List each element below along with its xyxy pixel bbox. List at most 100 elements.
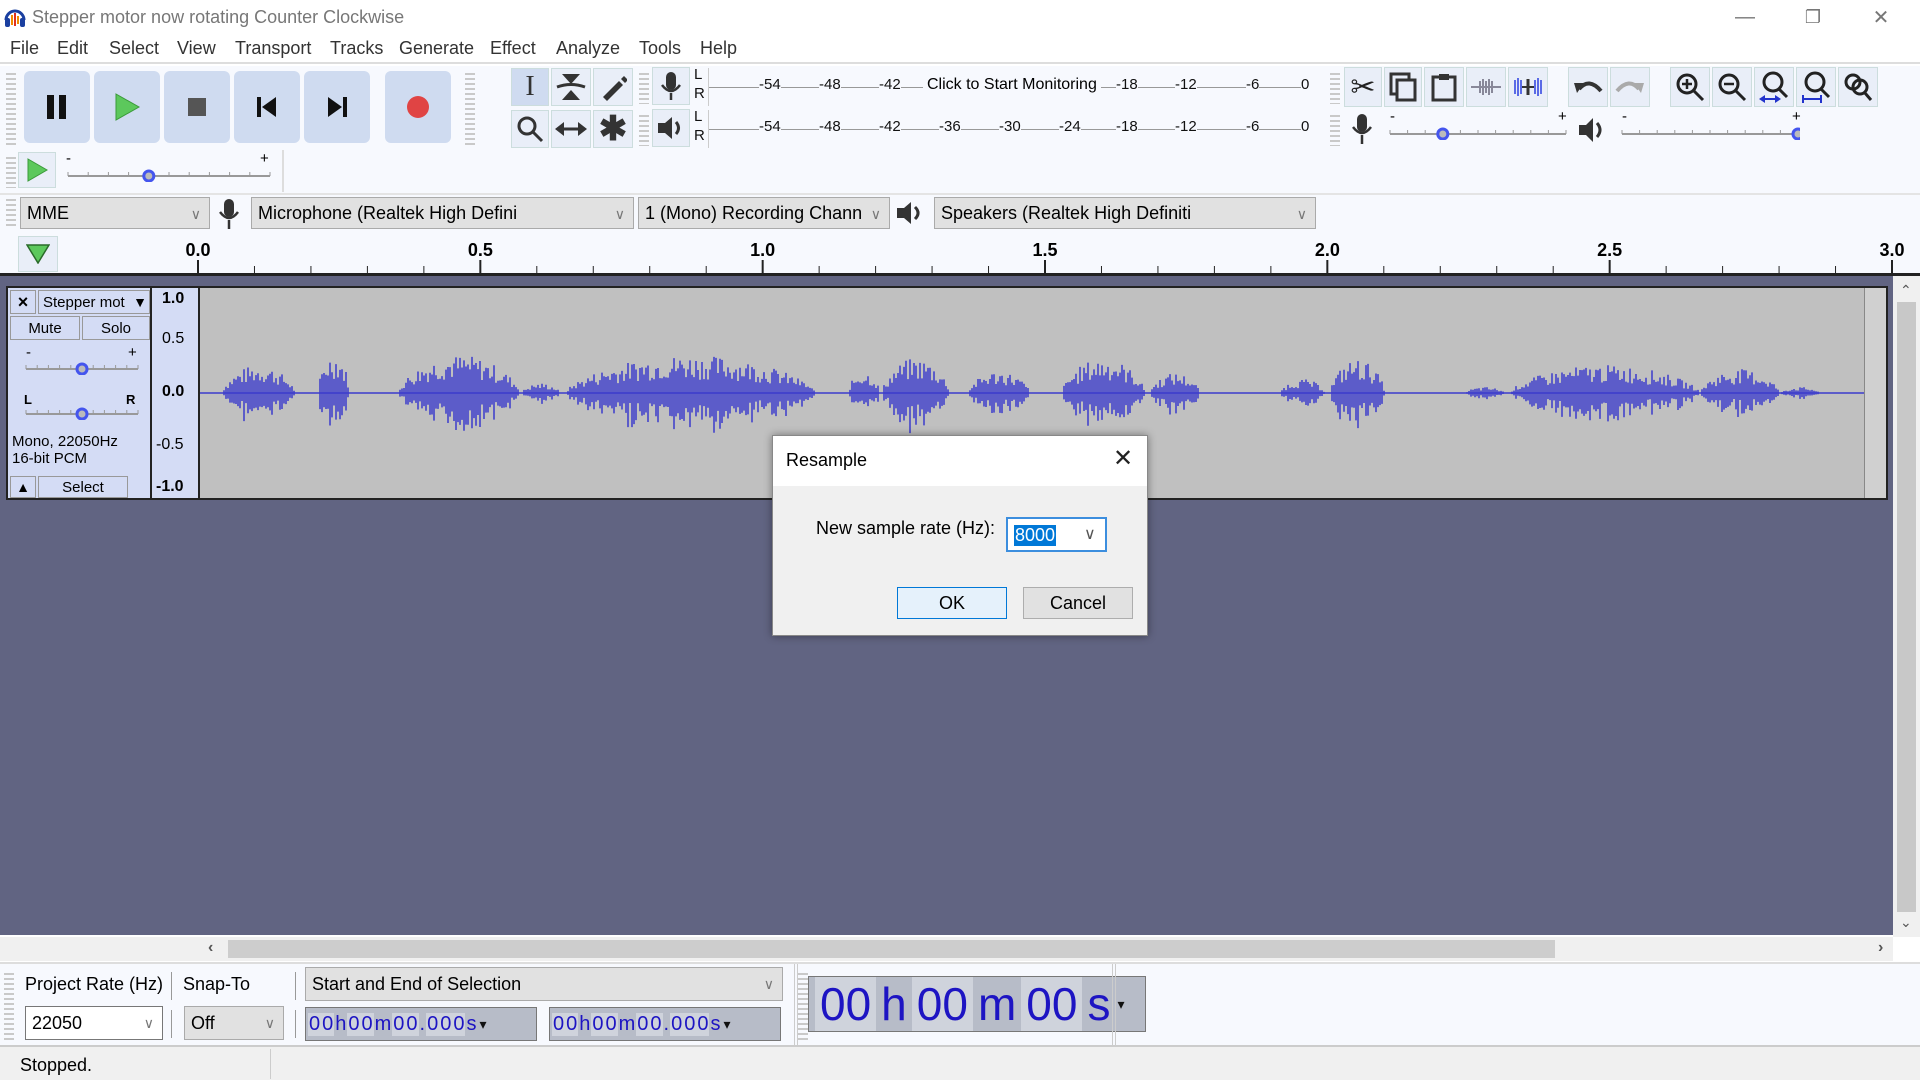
scroll-up-icon[interactable]: ⌃ <box>1900 282 1912 299</box>
slider-thumb[interactable] <box>1436 127 1450 141</box>
skip-to-end-button[interactable] <box>304 71 370 143</box>
scroll-left-icon[interactable]: ‹ <box>208 939 213 957</box>
playback-meter-button[interactable] <box>652 109 690 147</box>
select-track-button[interactable]: Select <box>38 476 128 498</box>
menu-tracks[interactable]: Tracks <box>330 38 383 59</box>
draw-tool-button[interactable] <box>593 68 633 106</box>
stop-button[interactable] <box>164 71 230 143</box>
snap-to-select[interactable]: Off ∨ <box>184 1006 284 1040</box>
chevron-down-icon[interactable]: ∨ <box>1084 524 1096 544</box>
trim-audio-button[interactable] <box>1466 67 1506 107</box>
menu-generate[interactable]: Generate <box>399 38 474 59</box>
play-button[interactable] <box>94 71 160 143</box>
record-meter-button[interactable] <box>652 67 690 105</box>
time-format-menu-icon[interactable]: ▾ <box>1117 996 1124 1013</box>
selection-tool-button[interactable]: I <box>511 68 549 106</box>
menu-view[interactable]: View <box>177 38 216 59</box>
menu-effect[interactable]: Effect <box>490 38 536 59</box>
pause-button[interactable] <box>24 71 90 143</box>
skip-to-start-button[interactable] <box>234 71 300 143</box>
slider-thumb[interactable] <box>75 407 89 421</box>
playback-meter[interactable]: -54 -48 -42 -36 -30 -24 -18 -12 -6 0 <box>708 110 1314 148</box>
menu-select[interactable]: Select <box>109 38 159 59</box>
selection-start-time[interactable]: 0 0 h 0 0 m 0 0. 0 0 0 s ▾ <box>305 1007 537 1041</box>
slider-thumb[interactable] <box>142 169 156 183</box>
silence-audio-button[interactable] <box>1508 67 1548 107</box>
transport-toolbar-grip[interactable] <box>6 70 16 148</box>
record-button[interactable] <box>385 71 451 143</box>
menu-tools[interactable]: Tools <box>639 38 681 59</box>
menu-help[interactable]: Help <box>700 38 737 59</box>
selection-toolbar-grip[interactable] <box>4 970 14 1042</box>
restore-button[interactable]: ❐ <box>1780 0 1846 34</box>
horizontal-scroll-thumb[interactable] <box>228 940 1555 958</box>
zoom-in-button[interactable] <box>1670 67 1710 107</box>
slider-thumb[interactable] <box>1791 127 1805 141</box>
device-toolbar-grip[interactable] <box>6 196 16 228</box>
record-volume-slider[interactable] <box>1388 124 1568 141</box>
copy-button[interactable] <box>1384 67 1422 107</box>
project-rate-select[interactable]: 22050 ∨ <box>25 1006 163 1040</box>
time-shift-tool-button[interactable] <box>551 110 591 148</box>
time-unit: m <box>373 1012 393 1036</box>
menu-analyze[interactable]: Analyze <box>556 38 620 59</box>
minimize-button[interactable]: — <box>1712 0 1778 34</box>
track-resize-edge[interactable] <box>1864 288 1886 498</box>
playback-device-select[interactable]: Speakers (Realtek High Definiti ∨ <box>934 197 1316 229</box>
zoom-tool-button[interactable] <box>511 110 549 148</box>
recording-channels-select[interactable]: 1 (Mono) Recording Chann ∨ <box>638 197 890 229</box>
slider-thumb[interactable] <box>75 362 89 376</box>
fit-selection-button[interactable] <box>1754 67 1794 107</box>
collapse-track-button[interactable]: ▲ <box>10 476 36 498</box>
multi-tool-button[interactable]: ✱ <box>593 110 633 148</box>
record-meter-grip[interactable] <box>639 70 649 104</box>
record-meter[interactable]: -54 -48 -42 Click to Start Monitoring -1… <box>708 68 1314 106</box>
timeline-ruler[interactable]: 0.0 0.5 1.0 1.5 2.0 2.5 3.0 <box>0 232 1920 276</box>
playback-meter-grip[interactable] <box>639 112 649 146</box>
gain-slider[interactable] <box>24 359 140 376</box>
mute-button[interactable]: Mute <box>10 316 80 340</box>
dialog-close-button[interactable]: ✕ <box>1113 444 1133 473</box>
zoom-out-button[interactable] <box>1712 67 1752 107</box>
track-close-button[interactable]: × <box>10 290 36 314</box>
time-toolbar-grip[interactable] <box>798 970 808 1042</box>
sample-rate-combobox[interactable]: 8000 ∨ <box>1006 517 1107 552</box>
play-at-speed-grip[interactable] <box>6 154 16 188</box>
menu-file[interactable]: File <box>10 38 39 59</box>
play-at-speed-button[interactable] <box>18 152 56 188</box>
selection-end-time[interactable]: 0 0 h 0 0 m 0 0. 0 0 0 s ▾ <box>549 1007 781 1041</box>
vertical-scroll-thumb[interactable] <box>1897 302 1916 912</box>
envelope-tool-button[interactable] <box>551 68 591 106</box>
mixer-toolbar-grip[interactable] <box>1330 112 1340 146</box>
horizontal-scrollbar[interactable]: ‹ › <box>0 937 1893 961</box>
cut-button[interactable]: ✂ <box>1344 67 1382 107</box>
cancel-button[interactable]: Cancel <box>1023 587 1133 619</box>
undo-button[interactable] <box>1568 67 1608 107</box>
play-speed-slider[interactable] <box>66 166 272 183</box>
audio-position-time[interactable]: 00 h 00 m 00 s ▾ <box>808 976 1146 1032</box>
solo-button[interactable]: Solo <box>82 316 150 340</box>
recording-device-select[interactable]: Microphone (Realtek High Defini ∨ <box>251 197 634 229</box>
menu-transport[interactable]: Transport <box>235 38 311 59</box>
sample-rate-input[interactable]: 8000 <box>1014 525 1057 546</box>
tools-toolbar-grip[interactable] <box>465 70 475 148</box>
start-monitoring-prompt[interactable]: Click to Start Monitoring <box>923 76 1101 94</box>
zoom-toggle-button[interactable] <box>1838 67 1878 107</box>
scroll-down-icon[interactable]: ⌄ <box>1900 914 1912 931</box>
playback-volume-slider[interactable] <box>1620 124 1805 141</box>
track-menu-button[interactable]: Stepper mot ▼ <box>38 290 150 314</box>
edit-toolbar-grip[interactable] <box>1330 70 1340 104</box>
scroll-right-icon[interactable]: › <box>1878 939 1883 957</box>
time-format-menu-icon[interactable]: ▾ <box>479 1016 486 1033</box>
audio-host-select[interactable]: MME ∨ <box>20 197 210 229</box>
paste-button[interactable] <box>1424 67 1464 107</box>
fit-project-button[interactable] <box>1796 67 1836 107</box>
selection-mode-select[interactable]: Start and End of Selection ∨ <box>305 967 783 1001</box>
menu-edit[interactable]: Edit <box>57 38 88 59</box>
ok-button[interactable]: OK <box>897 587 1007 619</box>
close-window-button[interactable]: ✕ <box>1848 0 1914 34</box>
redo-button[interactable] <box>1610 67 1650 107</box>
pan-slider[interactable] <box>24 404 140 421</box>
time-format-menu-icon[interactable]: ▾ <box>723 1016 730 1033</box>
vertical-scrollbar[interactable]: ⌃ ⌄ <box>1893 276 1920 937</box>
